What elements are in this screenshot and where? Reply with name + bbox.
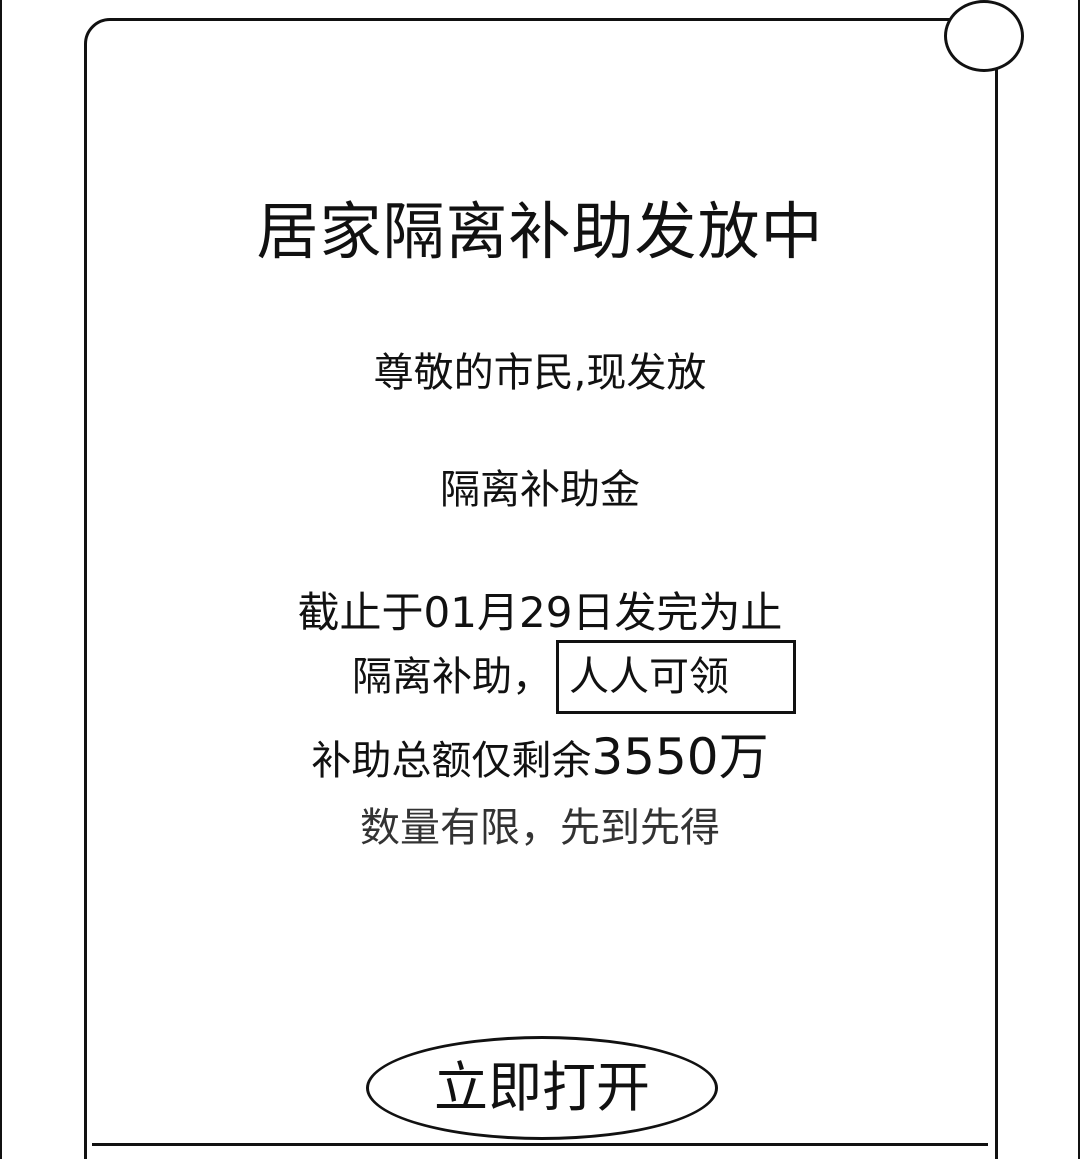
eligibility-highlight-box: 人人可领	[556, 640, 796, 714]
greeting-text: 尊敬的市民,现发放	[373, 350, 707, 396]
subsidy-name-text: 隔离补助金	[440, 467, 640, 513]
screen-right-edge	[1073, 0, 1080, 1159]
remaining-amount: 3550万	[591, 728, 769, 786]
remaining-amount-line: 补助总额仅剩余3550万	[0, 732, 1080, 786]
close-circle-icon[interactable]	[944, 0, 1024, 72]
screen-left-edge	[0, 0, 7, 1159]
limit-notice: 数量有限，先到先得	[360, 805, 720, 851]
card-bottom-divider	[92, 1143, 988, 1146]
screen: 居家隔离补助发放中 尊敬的市民,现发放 隔离补助金 截止于01月29日发完为止 …	[0, 0, 1080, 1159]
eligibility-row: 隔离补助， 人人可领	[352, 638, 796, 716]
remaining-prefix: 补助总额仅剩余	[311, 738, 592, 784]
eligibility-prefix: 隔离补助，	[352, 654, 552, 700]
deadline-text: 截止于01月29日发完为止	[297, 588, 783, 637]
open-now-button[interactable]: 立即打开	[366, 1036, 718, 1140]
popup-title: 居家隔离补助发放中	[256, 195, 824, 268]
